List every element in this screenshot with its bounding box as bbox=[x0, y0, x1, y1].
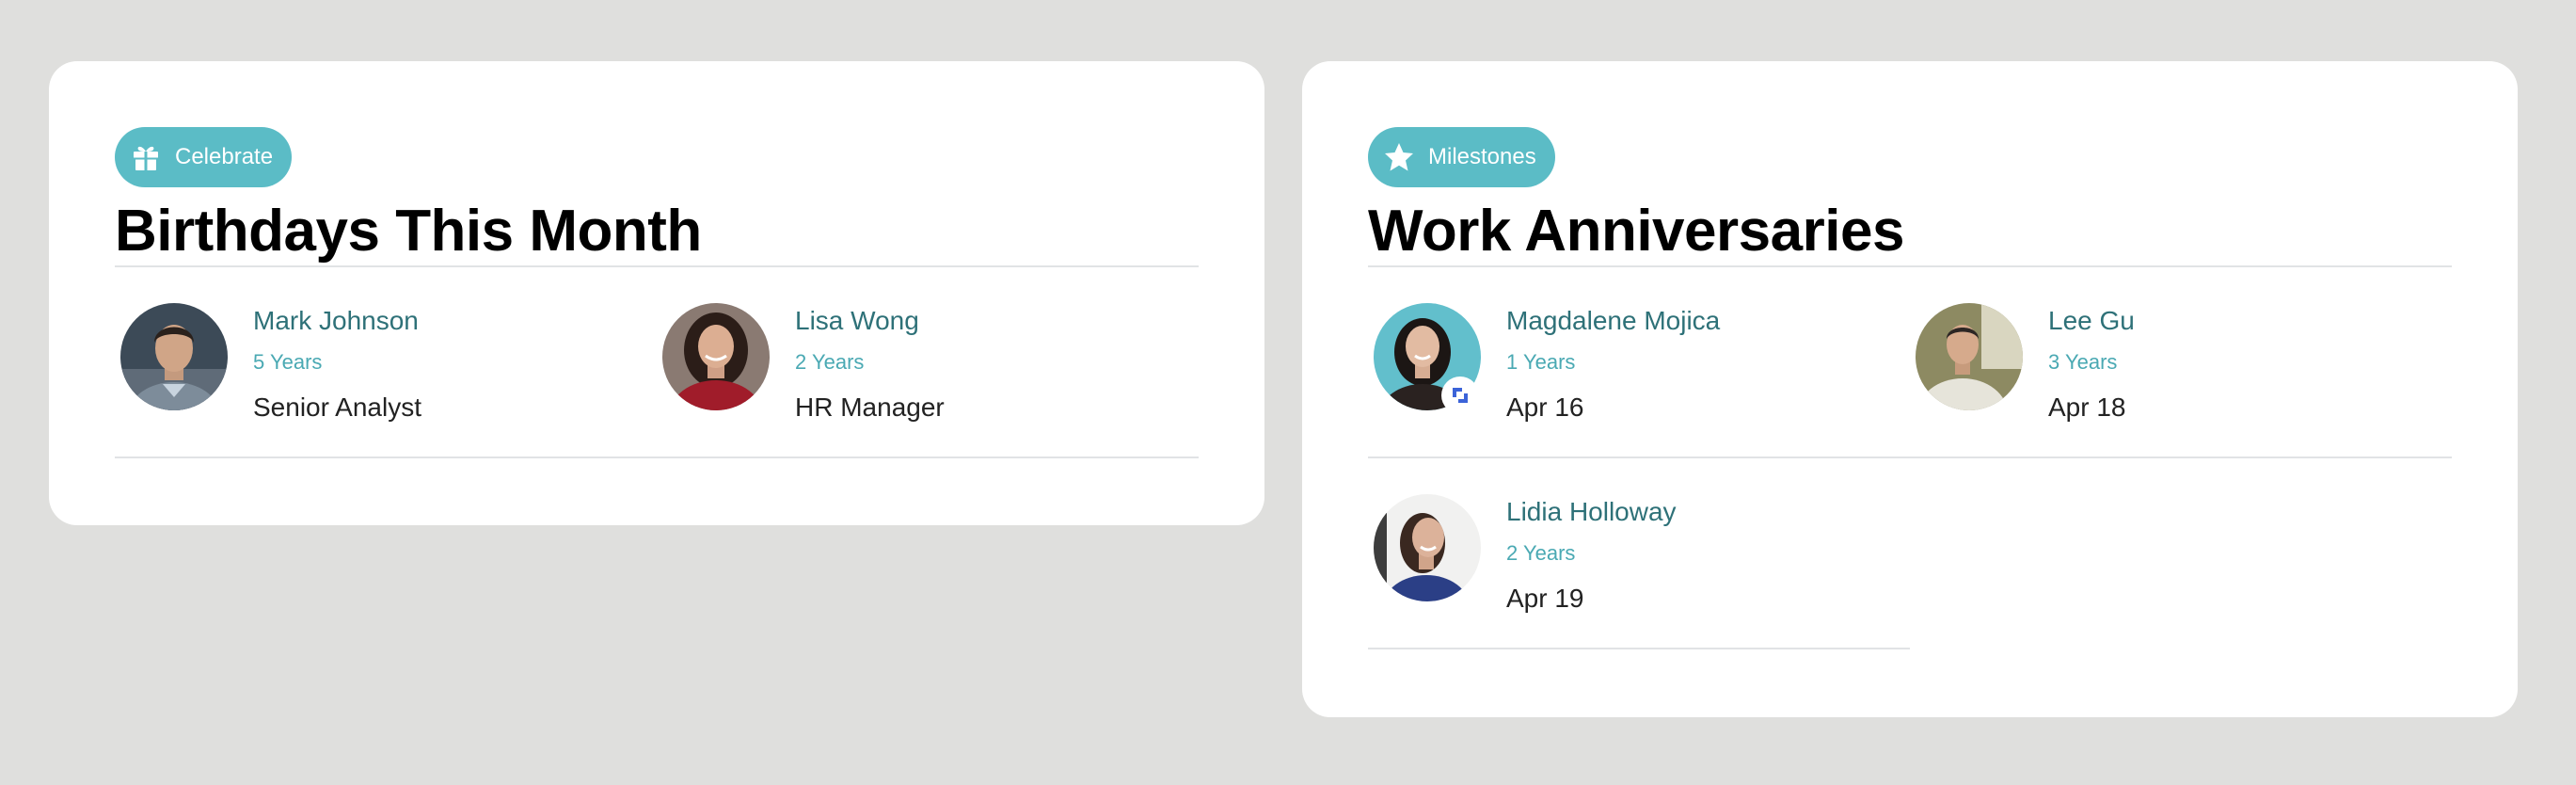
person-name[interactable]: Magdalene Mojica bbox=[1506, 306, 1720, 336]
person-card[interactable]: Lee Gu 3 Years Apr 18 bbox=[1910, 303, 2452, 422]
badge-label: Milestones bbox=[1428, 144, 1536, 169]
anniversaries-card: Milestones Work Anniversaries Magdalene … bbox=[1302, 61, 2518, 717]
milestones-badge: Milestones bbox=[1368, 127, 1555, 187]
avatar[interactable] bbox=[662, 303, 770, 410]
row-divider bbox=[115, 457, 1199, 458]
person-years: 3 Years bbox=[2048, 350, 2118, 374]
title-divider bbox=[1368, 265, 2452, 267]
avatar[interactable] bbox=[1374, 494, 1481, 601]
badge-label: Celebrate bbox=[175, 144, 274, 169]
person-years: 2 Years bbox=[795, 350, 865, 374]
person-name[interactable]: Mark Johnson bbox=[253, 306, 419, 336]
person-name[interactable]: Lidia Holloway bbox=[1506, 497, 1677, 527]
person-years: 1 Years bbox=[1506, 350, 1576, 374]
person-name[interactable]: Lee Gu bbox=[2048, 306, 2135, 336]
person-title: HR Manager bbox=[795, 392, 945, 422]
avatar[interactable] bbox=[1916, 303, 2023, 410]
star-icon bbox=[1383, 141, 1415, 173]
anniversary-date: Apr 19 bbox=[1506, 584, 1584, 613]
anniversary-date: Apr 16 bbox=[1506, 392, 1584, 422]
avatar[interactable] bbox=[120, 303, 228, 410]
title-divider bbox=[115, 265, 1199, 267]
person-name[interactable]: Lisa Wong bbox=[795, 306, 919, 336]
person-card[interactable]: Lisa Wong 2 Years HR Manager bbox=[657, 303, 1199, 422]
person-title: Senior Analyst bbox=[253, 392, 421, 422]
gift-icon bbox=[130, 141, 162, 173]
row-divider bbox=[1368, 457, 2452, 458]
person-card[interactable]: Mark Johnson 5 Years Senior Analyst bbox=[115, 303, 657, 422]
person-years: 2 Years bbox=[1506, 541, 1576, 565]
person-card[interactable]: Magdalene Mojica 1 Years Apr 16 bbox=[1368, 303, 1910, 422]
person-years: 5 Years bbox=[253, 350, 323, 374]
page-title: Work Anniversaries bbox=[1368, 199, 1904, 264]
birthdays-card: Celebrate Birthdays This Month Mark John… bbox=[49, 61, 1264, 525]
page-title: Birthdays This Month bbox=[115, 199, 702, 264]
person-card[interactable]: Lidia Holloway 2 Years Apr 19 bbox=[1368, 494, 1910, 613]
app-icon bbox=[1441, 376, 1479, 414]
celebrate-badge: Celebrate bbox=[115, 127, 293, 187]
row-divider bbox=[1368, 648, 1910, 649]
anniversary-date: Apr 18 bbox=[2048, 392, 2126, 422]
